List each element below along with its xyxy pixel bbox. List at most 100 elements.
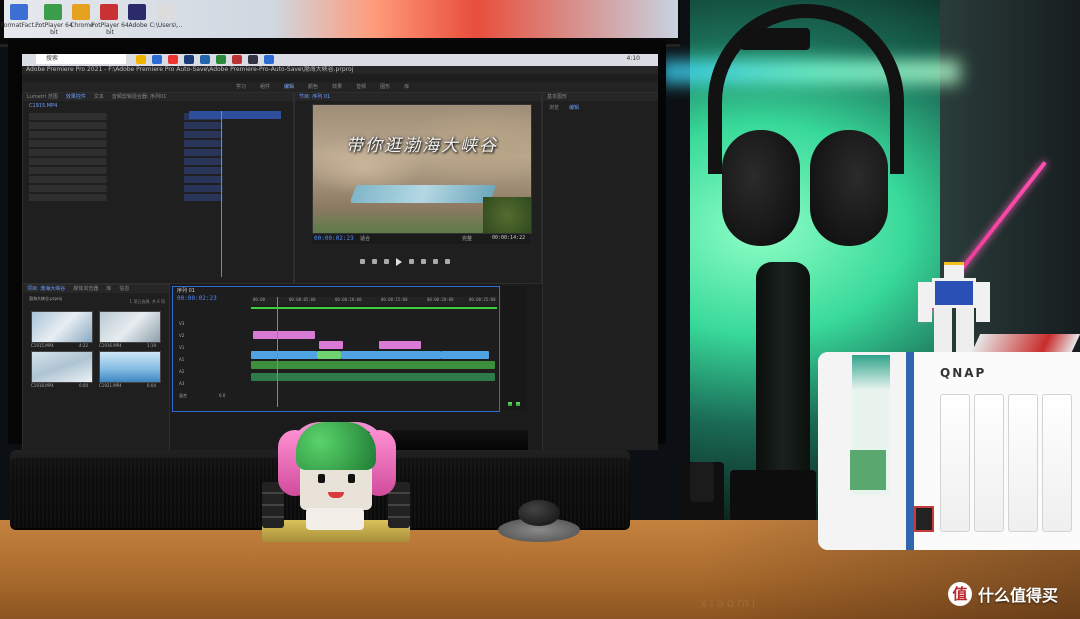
app-icon[interactable] <box>264 55 274 64</box>
track-header[interactable]: V1 <box>175 345 249 353</box>
tab-essential-graphics[interactable]: 基本图形 <box>547 93 567 101</box>
program-status-bar: 00:00:02:23 适合 完整 00:00:14:22 <box>312 234 530 244</box>
insert-icon[interactable] <box>421 259 426 264</box>
tab-audio[interactable]: 音频 <box>356 82 366 92</box>
edge-icon[interactable] <box>200 55 210 64</box>
program-timecode[interactable]: 00:00:02:23 <box>314 235 354 242</box>
tab-text[interactable]: 文本 <box>94 93 104 101</box>
headphone-ear-cup-left <box>722 130 800 246</box>
file-icon[interactable] <box>156 4 174 20</box>
figure-hair <box>296 422 376 470</box>
mark-in-icon[interactable] <box>360 259 365 264</box>
clip-thumbnail[interactable] <box>99 351 161 383</box>
effect-row[interactable] <box>29 122 287 129</box>
tab-media-browser[interactable]: 媒体浏览器 <box>73 285 98 293</box>
clip-duration: 1:19 <box>147 343 156 348</box>
gundam-arm-left <box>918 282 932 322</box>
master-track[interactable]: 混合 0.0 <box>175 393 249 401</box>
app-icon[interactable] <box>152 55 162 64</box>
tab-effects[interactable]: 效果 <box>332 82 342 92</box>
steam-icon[interactable] <box>184 55 194 64</box>
track-header[interactable]: V2 <box>175 333 249 341</box>
app-icon[interactable] <box>44 4 62 20</box>
project-tabs: 项目: 渤海大峡谷 媒体浏览器 库 信息 <box>23 285 169 293</box>
track-label: 混合 <box>179 393 187 398</box>
overwrite-icon[interactable] <box>433 259 438 264</box>
work-area-bar[interactable] <box>251 307 497 309</box>
graphics-clip[interactable] <box>253 331 315 339</box>
effect-row[interactable] <box>29 131 287 138</box>
effect-row[interactable] <box>29 140 287 147</box>
clip-thumbnail[interactable] <box>31 311 93 343</box>
graphics-clip[interactable] <box>319 341 343 349</box>
quality-dropdown[interactable]: 完整 <box>462 235 472 242</box>
window-title: Adobe Premiere Pro 2021 - F:\Adobe Premi… <box>22 66 658 74</box>
play-icon[interactable] <box>396 258 402 266</box>
folder-icon[interactable] <box>136 55 146 64</box>
graphics-tabs: 基本图形 <box>543 93 658 101</box>
tab-editing[interactable]: 编辑 <box>284 82 294 92</box>
app-icon[interactable] <box>216 55 226 64</box>
effect-playhead[interactable] <box>221 111 222 277</box>
light-bar-stand <box>756 262 810 474</box>
tab-edit[interactable]: 编辑 <box>569 104 579 112</box>
track-header[interactable]: A1 <box>175 357 249 365</box>
tab-project[interactable]: 项目: 渤海大峡谷 <box>27 285 65 293</box>
tab-graphics[interactable]: 图形 <box>380 82 390 92</box>
tab-libraries[interactable]: 库 <box>106 285 111 293</box>
effect-row[interactable] <box>29 149 287 156</box>
video-clip[interactable] <box>251 351 317 359</box>
tab-learn[interactable]: 学习 <box>236 82 246 92</box>
time-ruler[interactable]: 00:00 00:00:05:00 00:00:10:00 00:00:15:0… <box>251 297 497 305</box>
tab-libraries[interactable]: 库 <box>404 82 409 92</box>
taskbar-search-input[interactable]: 搜索 <box>36 54 126 64</box>
figure-eye-right <box>348 474 355 483</box>
graphics-clip[interactable] <box>379 341 421 349</box>
tab-program[interactable]: 节目: 序列 01 <box>299 93 330 101</box>
app-icon[interactable] <box>10 4 28 20</box>
step-back-icon[interactable] <box>384 259 389 264</box>
track-label: A1 <box>179 357 185 362</box>
app-icon[interactable] <box>168 55 178 64</box>
tab-assembly[interactable]: 组件 <box>260 82 270 92</box>
watermark-text: 什么值得买 <box>978 586 1059 605</box>
track-label: A2 <box>179 369 185 374</box>
track-label: V2 <box>179 333 185 338</box>
export-frame-icon[interactable] <box>445 259 450 264</box>
effect-row[interactable] <box>29 185 287 192</box>
keyframe-clip-bar[interactable] <box>189 111 281 119</box>
video-clip[interactable] <box>317 351 341 359</box>
clip-thumbnail[interactable] <box>99 311 161 343</box>
tab-audio-mixer[interactable]: 音频剪辑混合器: 序列01 <box>112 93 167 101</box>
tab-info[interactable]: 信息 <box>119 285 129 293</box>
audio-clip[interactable] <box>251 361 495 369</box>
track-label: A3 <box>179 381 185 386</box>
effect-row[interactable] <box>29 176 287 183</box>
clip-thumbnail[interactable] <box>31 351 93 383</box>
fit-dropdown[interactable]: 适合 <box>360 235 370 242</box>
app-icon[interactable] <box>232 55 242 64</box>
mark-out-icon[interactable] <box>372 259 377 264</box>
timeline-playhead[interactable] <box>277 297 278 407</box>
track-header[interactable]: A2 <box>175 369 249 377</box>
effect-row[interactable] <box>29 194 287 201</box>
timeline-timecode[interactable]: 00:00:02:23 <box>177 295 217 302</box>
video-clip[interactable] <box>341 351 441 359</box>
effect-row[interactable] <box>29 158 287 165</box>
adobe-icon[interactable] <box>128 4 146 20</box>
premiere-icon[interactable] <box>248 55 258 64</box>
tab-color[interactable]: 颜色 <box>308 82 318 92</box>
chrome-icon[interactable] <box>72 4 90 20</box>
effect-row[interactable] <box>29 167 287 174</box>
audio-clip[interactable] <box>251 373 495 381</box>
master-volume[interactable]: 0.0 <box>219 393 225 398</box>
tab-sequence[interactable]: 序列 01 <box>177 287 195 294</box>
tab-effect-controls[interactable]: 效果控件 <box>66 93 86 101</box>
track-header[interactable]: A3 <box>175 381 249 389</box>
track-header[interactable]: V3 <box>175 321 249 329</box>
app-icon[interactable] <box>100 4 118 20</box>
tab-browse[interactable]: 浏览 <box>549 104 559 112</box>
video-clip[interactable] <box>441 351 489 359</box>
step-forward-icon[interactable] <box>409 259 414 264</box>
tab-lumetri-scopes[interactable]: Lumetri 范围 <box>27 93 58 101</box>
